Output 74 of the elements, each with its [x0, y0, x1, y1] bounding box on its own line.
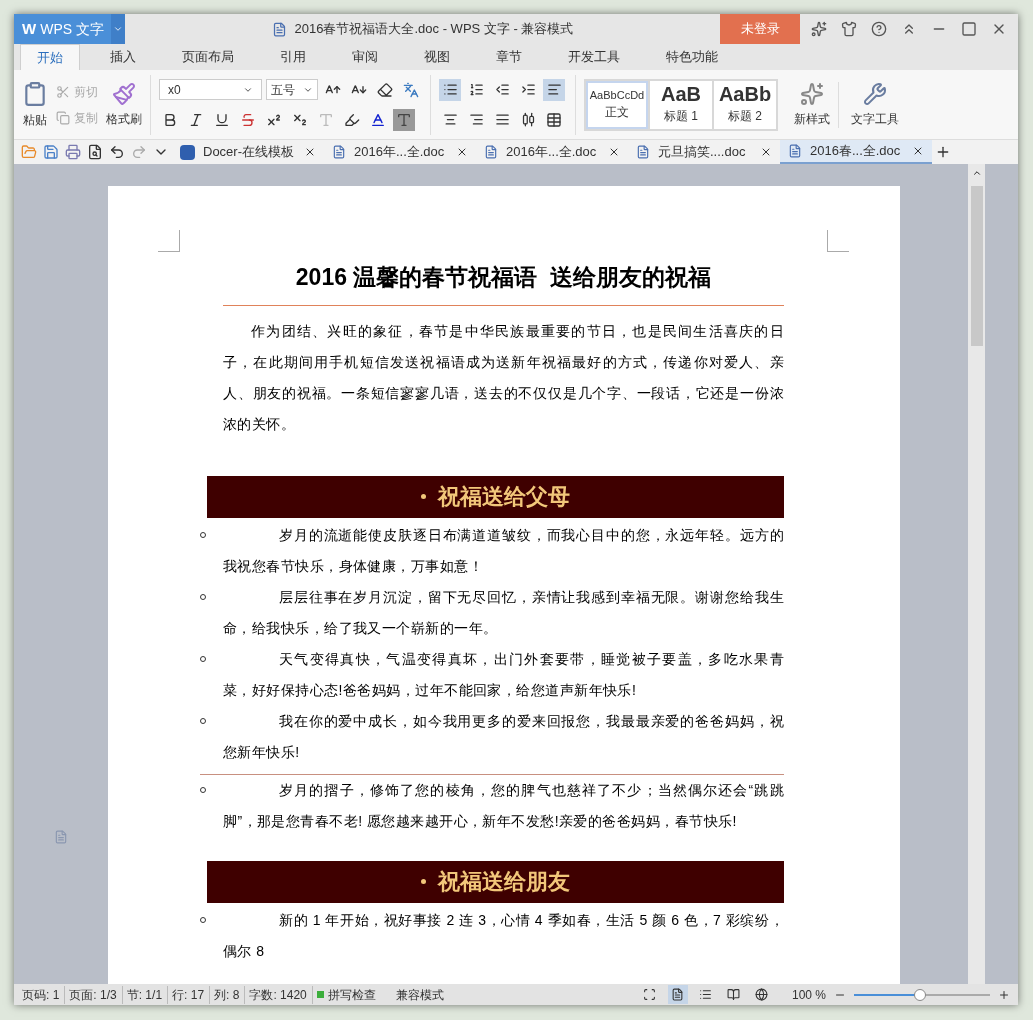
- copy-icon: [56, 110, 70, 125]
- document-tab[interactable]: 2016年...全.doc: [476, 140, 628, 164]
- document-title: 2016 温馨的春节祝福语 送给朋友的祝福: [223, 260, 784, 306]
- document-tab[interactable]: 元旦搞笑....doc: [628, 140, 780, 164]
- document-tab[interactable]: Docer-在线模板: [172, 140, 324, 164]
- close-icon[interactable]: [608, 146, 620, 158]
- font-size-dropdown[interactable]: 五号: [266, 79, 318, 100]
- paste-button[interactable]: 粘贴: [22, 80, 48, 129]
- status-item: 行: 17: [172, 985, 211, 1004]
- format-painter-button[interactable]: 格式刷: [106, 81, 142, 128]
- list-item-text: 天气变得真快，气温变得真坏，出门外套要带，睡觉被子要盖，多吃水果青菜，好好保持心态!爸爸妈妈，过年不能回家，给您道声新年快乐!: [223, 649, 784, 700]
- section-heading: 祝福送给朋友: [207, 860, 784, 903]
- section-heading: 祝福送给父母: [207, 475, 784, 518]
- status-item: 页面: 1/3: [69, 985, 123, 1004]
- menu-tab[interactable]: 开始: [20, 44, 80, 70]
- style-preset[interactable]: AaBbCcDd 正文: [586, 80, 648, 129]
- spell-check-button[interactable]: 拼写检查: [327, 985, 376, 1004]
- sparkle-icon: [800, 81, 824, 106]
- page-corner-mark: [158, 230, 180, 252]
- page-corner-mark: [827, 230, 849, 252]
- status-item: 列: 8: [214, 985, 246, 1004]
- menu-tab[interactable]: 插入: [94, 44, 152, 70]
- list-item-text: 岁月的摺子，修饰了您的棱角，您的脾气也慈祥了不少；当然偶尔还会“跳跳脚”，那是您青春不老! 愿您越来越开心，新年不发愁!亲爱的爸爸妈妈，春节快乐!: [223, 780, 784, 831]
- wrench-icon: [863, 81, 887, 106]
- close-icon[interactable]: [456, 146, 468, 158]
- zoom-slider-track[interactable]: [854, 988, 990, 1001]
- zoom-in-icon[interactable]: [998, 988, 1010, 1001]
- menu-tab[interactable]: 视图: [408, 44, 466, 70]
- app-logo: W: [22, 18, 37, 39]
- style-preset[interactable]: AaBb 标题 2: [714, 80, 776, 129]
- spell-check-indicator-icon: [316, 991, 324, 998]
- zoom-slider-thumb[interactable]: [913, 988, 926, 1001]
- menu-tab[interactable]: 章节: [480, 44, 538, 70]
- document-icon: [332, 145, 346, 159]
- menu-tab[interactable]: 引用: [264, 44, 322, 70]
- list-item-text: 岁月的流逝能使皮肤逐日布满道道皱纹，而我心目中的您，永远年轻。远方的我祝您春节快乐，身体健康，万事如意！: [223, 525, 784, 576]
- close-icon[interactable]: [912, 145, 924, 157]
- menu-tab[interactable]: 特色功能: [650, 44, 734, 70]
- left-tool-icon[interactable]: [543, 78, 565, 101]
- list-item-text: 我在你的爱中成长，如今我用更多的爱来回报您，我最最亲爱的爸爸妈妈，祝您新年快乐!: [223, 711, 784, 762]
- page-view-icon[interactable]: [667, 985, 688, 1004]
- menu-tab[interactable]: 开发工具: [552, 44, 636, 70]
- document-icon: [271, 21, 287, 37]
- document-icon: [484, 145, 498, 159]
- intro-paragraph: 作为团结、兴旺的象征，春节是中华民族最重要的节日，也是民间生活喜庆的日子，在此期间用手机短信发送祝福语成为送新年祝福最好的方式，传递你对爱人、亲人、朋友的祝福。一条短信寥寥几语，送去的不仅仅是几个字、一段话，它还是一份浓浓的关怀。: [223, 321, 784, 434]
- text-tools-button[interactable]: 文字工具: [839, 81, 911, 128]
- document-icon: [636, 145, 650, 159]
- character-shading-icon[interactable]: [393, 108, 415, 131]
- close-icon[interactable]: [304, 146, 316, 158]
- document-tab[interactable]: 2016春...全.doc: [780, 140, 932, 164]
- compatibility-mode-text: 兼容模式: [395, 986, 444, 1004]
- status-item: 页码: 1: [22, 985, 66, 1004]
- caret-icon[interactable]: [113, 24, 123, 34]
- scroll-up-icon[interactable]: [971, 168, 982, 178]
- bullets-tool-icon[interactable]: [439, 78, 461, 101]
- list-item-text: 新的 1 年开始，祝好事接 2 连 3，心情 4 季如春，生活 5 颜 6 色，7 彩缤纷，偶尔 8: [223, 910, 784, 961]
- window-title: 2016春节祝福语大全.doc - WPS 文字 - 兼容模式: [294, 20, 574, 39]
- clipboard-icon: [22, 80, 48, 107]
- menu-tab[interactable]: 页面布局: [166, 44, 250, 70]
- paintbrush-icon: [112, 81, 136, 106]
- status-item: 字数: 1420: [249, 985, 313, 1004]
- font-name-dropdown[interactable]: x0: [159, 79, 262, 100]
- zoom-level-text: 100 %: [791, 986, 826, 1004]
- status-item: 节: 1/1: [126, 985, 169, 1004]
- scissors-icon: [56, 84, 70, 99]
- document-tab[interactable]: 2016年...全.doc: [324, 140, 476, 164]
- close-icon[interactable]: [760, 146, 772, 158]
- document-icon: [788, 144, 802, 158]
- docer-logo-icon: [180, 144, 195, 160]
- list-item-text: 层层往事在岁月沉淀，留下无尽回忆，亲情让我感到幸福无限。谢谢您给我生命，给我快乐，给了我又一个崭新的一年。: [223, 587, 784, 638]
- paragraph-marker-icon: [54, 830, 68, 844]
- style-preset[interactable]: AaB 标题 1: [650, 80, 712, 129]
- new-style-button[interactable]: 新样式: [786, 81, 839, 128]
- menu-tab[interactable]: 审阅: [336, 44, 394, 70]
